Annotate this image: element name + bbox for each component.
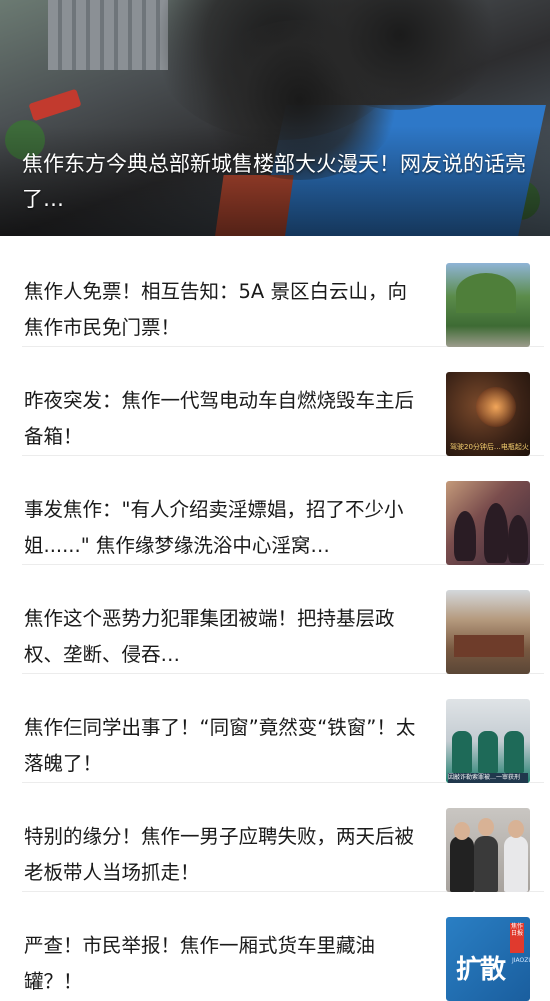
article-item[interactable]: 严查！市民举报！焦作一厢式货车里藏油罐？！ 扩散 焦作日报 JIAOZUO <box>22 892 544 1001</box>
article-title: 焦作人免票！相互告知：5A 景区白云山，向焦作市民免门票！ <box>24 280 407 339</box>
thumb-caption: 因敲诈勒索罪被…一审获刑 <box>448 773 528 783</box>
article-title: 焦作仨同学出事了！“同窗”竟然变“铁窗”！太落魄了！ <box>24 716 416 775</box>
share-banner-image: 扩散 焦作日报 JIAOZUO <box>446 917 530 1001</box>
courtroom-image <box>446 590 530 674</box>
article-item[interactable]: 昨夜突发：焦作一代驾电动车自燃烧毁车主后备箱！ 驾驶20分钟后…电瓶起火 <box>22 347 544 456</box>
article-title: 事发焦作："有人介绍卖淫嫖娼，招了不少小姐......" 焦作缘梦缘洗浴中心淫窝… <box>24 498 404 557</box>
hero-article[interactable]: 焦作东方今典总部新城售楼部大火漫天！网友说的话亮了… <box>0 0 550 236</box>
article-title: 特别的缘分！焦作一男子应聘失败，两天后被老板带人当场抓走！ <box>24 825 415 884</box>
thumb-vertical-text: JIAOZUO <box>512 957 530 964</box>
article-list: 焦作人免票！相互告知：5A 景区白云山，向焦作市民免门票！ 昨夜突发：焦作一代驾… <box>0 238 550 1001</box>
hero-title: 焦作东方今典总部新城售楼部大火漫天！网友说的话亮了… <box>22 152 526 211</box>
detainees-image: 因敲诈勒索罪被…一审获刑 <box>446 699 530 783</box>
article-item[interactable]: 事发焦作："有人介绍卖淫嫖娼，招了不少小姐......" 焦作缘梦缘洗浴中心淫窝… <box>22 456 544 565</box>
police-arrest-image <box>446 808 530 892</box>
article-item[interactable]: 焦作这个恶势力犯罪集团被端！把持基层政权、垄断、侵吞… <box>22 565 544 674</box>
hero-fire-truck <box>28 88 82 122</box>
raid-scene-image <box>446 481 530 565</box>
thumb-caption: 驾驶20分钟后…电瓶起火 <box>450 443 529 451</box>
article-title: 昨夜突发：焦作一代驾电动车自燃烧毁车主后备箱！ <box>24 389 415 448</box>
mountain-scenery-image <box>446 263 530 347</box>
thumb-big-text: 扩散 <box>456 955 506 985</box>
article-item[interactable]: 焦作人免票！相互告知：5A 景区白云山，向焦作市民免门票！ <box>22 238 544 347</box>
thumb-tag: 焦作日报 <box>510 923 524 953</box>
article-item[interactable]: 焦作仨同学出事了！“同窗”竟然变“铁窗”！太落魄了！ 因敲诈勒索罪被…一审获刑 <box>22 674 544 783</box>
article-title: 焦作这个恶势力犯罪集团被端！把持基层政权、垄断、侵吞… <box>24 607 395 666</box>
burning-scooter-image: 驾驶20分钟后…电瓶起火 <box>446 372 530 456</box>
article-title: 严查！市民举报！焦作一厢式货车里藏油罐？！ <box>24 934 376 993</box>
article-item[interactable]: 特别的缘分！焦作一男子应聘失败，两天后被老板带人当场抓走！ <box>22 783 544 892</box>
